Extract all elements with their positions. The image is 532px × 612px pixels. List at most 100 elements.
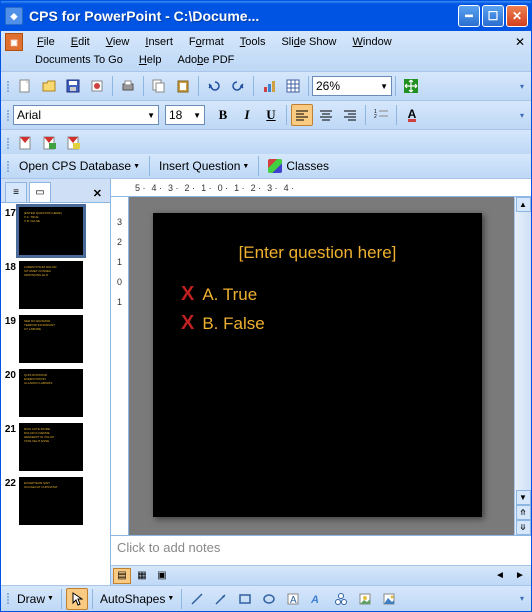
vertical-ruler[interactable]: 32101 xyxy=(111,197,129,535)
toolbar-grip[interactable] xyxy=(5,81,11,92)
permission-button[interactable] xyxy=(86,75,108,97)
panel-close-button[interactable]: ✕ xyxy=(89,185,106,202)
question-placeholder[interactable]: [Enter question here] xyxy=(171,243,464,263)
copy-button[interactable] xyxy=(148,75,170,97)
slides-tab[interactable]: ▭ xyxy=(29,182,51,202)
slide-thumbnail[interactable]: DUIS AUTE IRUREDOLOR IN REPREHENDERIT IN… xyxy=(19,423,83,471)
oval-tool[interactable] xyxy=(258,588,280,610)
toolbar-grip[interactable] xyxy=(5,138,11,149)
answer-text: B. False xyxy=(202,314,264,334)
numbered-list-button[interactable]: 12 xyxy=(370,104,392,126)
slide-canvas[interactable]: [Enter question here] XA. True X B. False xyxy=(129,197,514,535)
redo-button[interactable] xyxy=(227,75,249,97)
picture-tool[interactable] xyxy=(378,588,400,610)
rectangle-tool[interactable] xyxy=(234,588,256,610)
pdf-icon-1[interactable] xyxy=(14,132,36,154)
draw-menu[interactable]: Draw▼ xyxy=(13,590,58,608)
line-tool[interactable] xyxy=(186,588,208,610)
prev-slide-button[interactable]: ⤊ xyxy=(516,505,531,520)
menu-window[interactable]: Window xyxy=(345,33,400,51)
vertical-scrollbar[interactable]: ▲ ▼ ⤊ ⤋ xyxy=(514,197,531,535)
undo-button[interactable] xyxy=(203,75,225,97)
slide-thumbnail[interactable]: [ENTER QUESTION HERE]X A. TRUEX B. FALSE xyxy=(19,207,83,255)
scroll-down-button[interactable]: ▼ xyxy=(516,490,531,505)
toolbar-options[interactable]: ▾ xyxy=(517,82,527,91)
open-button[interactable] xyxy=(38,75,60,97)
align-center-button[interactable] xyxy=(315,104,337,126)
pdf-icon-2[interactable] xyxy=(38,132,60,154)
paste-button[interactable] xyxy=(172,75,194,97)
slide-thumbnail[interactable]: LOREM IPSUM DOLORSIT AMET CONSECADIPISCI… xyxy=(19,261,83,309)
thumbnail-list[interactable]: 17[ENTER QUESTION HERE]X A. TRUEX B. FAL… xyxy=(1,203,110,585)
minimize-button[interactable]: ━ xyxy=(458,5,480,27)
maximize-button[interactable]: ☐ xyxy=(482,5,504,27)
pdf-icon-3[interactable] xyxy=(62,132,84,154)
menu-adobe-pdf[interactable]: Adobe PDF xyxy=(169,51,242,69)
font-size-combo[interactable]: 18▼ xyxy=(165,105,205,125)
sorter-view-button[interactable]: ▦ xyxy=(133,568,151,584)
toolbar-options[interactable]: ▾ xyxy=(517,111,527,120)
underline-button[interactable]: U xyxy=(260,104,282,126)
diagram-tool[interactable] xyxy=(330,588,352,610)
powerpoint-icon[interactable]: ▣ xyxy=(5,33,23,51)
menu-edit[interactable]: Edit xyxy=(63,33,98,51)
normal-view-button[interactable]: ▤ xyxy=(113,568,131,584)
font-name-value: Arial xyxy=(17,108,41,122)
slideshow-view-button[interactable]: ▣ xyxy=(153,568,171,584)
arrow-tool[interactable] xyxy=(210,588,232,610)
menu-tools[interactable]: Tools xyxy=(232,33,274,51)
menu-format[interactable]: Format xyxy=(181,33,232,51)
clipart-tool[interactable] xyxy=(354,588,376,610)
answer-option[interactable]: X B. False xyxy=(171,312,464,335)
scroll-up-button[interactable]: ▲ xyxy=(516,197,531,212)
wordart-tool[interactable]: A xyxy=(306,588,328,610)
scroll-right-button[interactable]: ► xyxy=(511,568,529,584)
insert-question-button[interactable]: Insert Question▼ xyxy=(153,156,255,176)
thumb-number: 22 xyxy=(3,477,19,489)
new-button[interactable] xyxy=(14,75,36,97)
menu-insert[interactable]: Insert xyxy=(137,33,181,51)
align-right-button[interactable] xyxy=(339,104,361,126)
font-color-button[interactable]: A xyxy=(401,104,423,126)
select-tool[interactable] xyxy=(66,588,88,610)
toolbar-grip[interactable] xyxy=(5,161,11,172)
toolbar-grip[interactable] xyxy=(5,593,11,604)
autoshapes-menu[interactable]: AutoShapes▼ xyxy=(96,590,178,608)
open-cps-database-button[interactable]: Open CPS Database▼ xyxy=(13,156,146,176)
align-left-button[interactable] xyxy=(291,104,313,126)
toolbar-grip[interactable] xyxy=(5,110,11,121)
toolbar-options[interactable]: ▾ xyxy=(517,594,527,603)
slide-thumbnail[interactable]: EXCEPTEUR SINTOCCAECAT CUPIDATAT xyxy=(19,477,83,525)
answer-option[interactable]: XA. True xyxy=(171,283,464,306)
zoom-combo[interactable]: 26%▼ xyxy=(312,76,392,96)
classes-button[interactable]: Classes xyxy=(262,156,335,176)
italic-button[interactable]: I xyxy=(236,104,258,126)
slide[interactable]: [Enter question here] XA. True X B. False xyxy=(153,213,482,517)
menu-help[interactable]: Help xyxy=(131,51,170,69)
horizontal-ruler[interactable]: 5 ·4 ·3 ·2 ·1 ·0 ·1 ·2 ·3 ·4 · xyxy=(111,179,531,197)
x-icon: X xyxy=(181,312,194,335)
notes-pane[interactable]: Click to add notes xyxy=(111,535,531,565)
titlebar[interactable]: ◆ CPS for PowerPoint - C:\Docume... ━ ☐ … xyxy=(1,1,531,31)
scroll-left-button[interactable]: ◄ xyxy=(491,568,509,584)
chart-button[interactable] xyxy=(258,75,280,97)
save-button[interactable] xyxy=(62,75,84,97)
cps-toolbar: Open CPS Database▼ Insert Question▼ Clas… xyxy=(1,154,531,179)
menu-documents-to-go[interactable]: Documents To Go xyxy=(27,51,131,69)
slide-thumbnail[interactable]: QUIS NOSTRUDEXERCITATIONULLAMCO LABORIS xyxy=(19,369,83,417)
table-button[interactable] xyxy=(282,75,304,97)
outline-tab[interactable]: ≡ xyxy=(5,182,27,202)
font-name-combo[interactable]: Arial▼ xyxy=(13,105,159,125)
menu-file[interactable]: File xyxy=(29,33,63,51)
next-slide-button[interactable]: ⤋ xyxy=(516,520,531,535)
textbox-tool[interactable]: A xyxy=(282,588,304,610)
print-button[interactable] xyxy=(117,75,139,97)
menu-view[interactable]: View xyxy=(98,33,138,51)
bold-button[interactable]: B xyxy=(212,104,234,126)
menu-slideshow[interactable]: Slide Show xyxy=(273,33,344,51)
slide-thumbnail[interactable]: SED DO EIUSMODTEMPOR INCIDIDUNTUT LABORE xyxy=(19,315,83,363)
doc-close-button[interactable]: ✕ xyxy=(515,35,525,49)
close-button[interactable]: ✕ xyxy=(506,5,528,27)
classes-icon xyxy=(268,159,282,173)
move-button[interactable] xyxy=(400,75,422,97)
